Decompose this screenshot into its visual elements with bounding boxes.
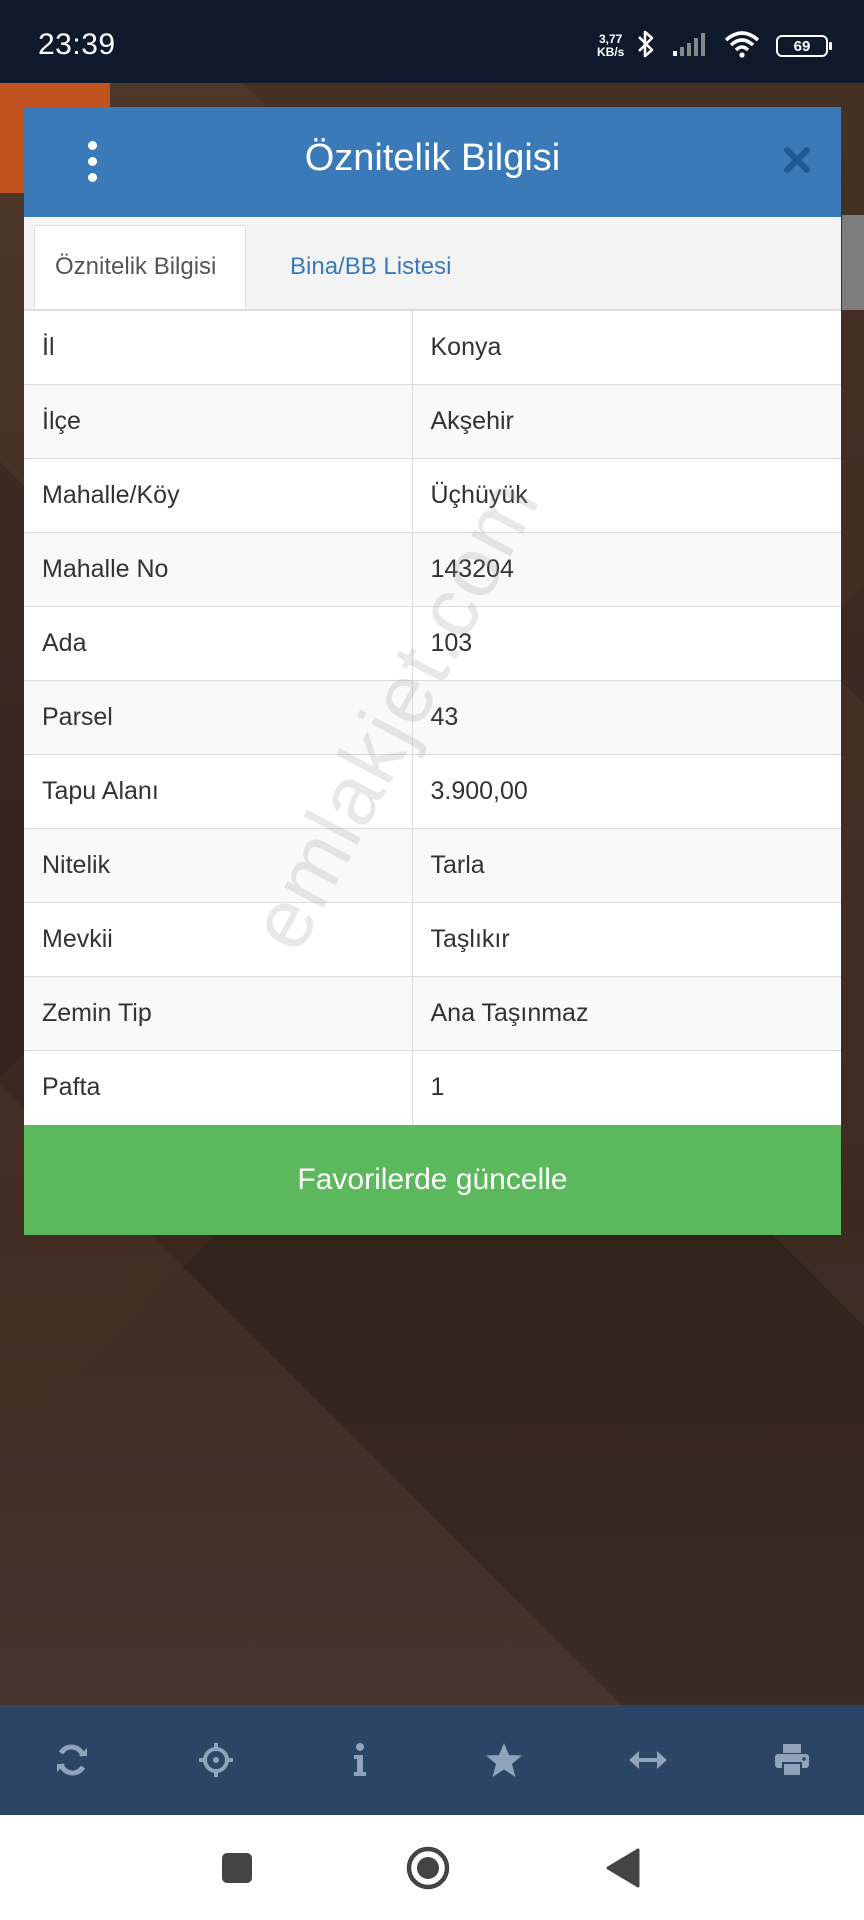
- battery-icon: 69: [776, 35, 832, 57]
- attribute-key: İlçe: [24, 384, 413, 459]
- attribute-value: 1: [412, 1050, 841, 1125]
- tab-attribute-info[interactable]: Öznitelik Bilgisi: [34, 225, 246, 309]
- wifi-icon: [724, 30, 760, 63]
- table-row: Zemin Tip Ana Taşınmaz: [24, 976, 841, 1051]
- status-icons: 69: [636, 28, 832, 64]
- attribute-key: Pafta: [24, 1050, 413, 1125]
- status-bar: 23:39 3,77 KB/s 69: [0, 0, 864, 83]
- table-row: Parsel 43: [24, 680, 841, 755]
- table-row: Mahalle/Köy Üçhüyük: [24, 458, 841, 533]
- attribute-value: Akşehir: [412, 384, 841, 459]
- close-icon[interactable]: [779, 142, 815, 178]
- attribute-key: Tapu Alanı: [24, 754, 413, 829]
- tab-building-list[interactable]: Bina/BB Listesi: [270, 225, 471, 309]
- attribute-key: Nitelik: [24, 828, 413, 903]
- attribute-value: 3.900,00: [412, 754, 841, 829]
- attribute-value: Tarla: [412, 828, 841, 903]
- dialog-tabs: Öznitelik Bilgisi Bina/BB Listesi: [24, 217, 841, 310]
- attribute-value: Taşlıkır: [412, 902, 841, 977]
- attribute-key: İl: [24, 310, 413, 385]
- attribute-key: Mevkii: [24, 902, 413, 977]
- back-icon[interactable]: [597, 1843, 647, 1893]
- android-nav-bar: [0, 1815, 864, 1920]
- attribute-value: Konya: [412, 310, 841, 385]
- attribute-value: 43: [412, 680, 841, 755]
- attribute-value: 143204: [412, 532, 841, 607]
- attribute-key: Mahalle No: [24, 532, 413, 607]
- status-time: 23:39: [38, 28, 116, 61]
- network-speed: 3,77 KB/s: [597, 33, 624, 59]
- attribute-key: Ada: [24, 606, 413, 681]
- dialog-header: Öznitelik Bilgisi: [24, 107, 841, 217]
- table-row: Pafta 1: [24, 1050, 841, 1125]
- attribute-table: İl Konya İlçe Akşehir Mahalle/Köy Üçhüyü…: [24, 310, 841, 1125]
- star-icon[interactable]: [474, 1730, 534, 1790]
- table-row: Mevkii Taşlıkır: [24, 902, 841, 977]
- table-row: Mahalle No 143204: [24, 532, 841, 607]
- attribute-key: Mahalle/Köy: [24, 458, 413, 533]
- table-row: Tapu Alanı 3.900,00: [24, 754, 841, 829]
- table-row: İl Konya: [24, 310, 841, 385]
- table-row: İlçe Akşehir: [24, 384, 841, 459]
- info-icon[interactable]: [330, 1730, 390, 1790]
- home-icon[interactable]: [403, 1843, 453, 1893]
- network-speed-unit: KB/s: [597, 45, 625, 59]
- measure-arrows-icon[interactable]: [618, 1730, 678, 1790]
- attribute-info-dialog: Öznitelik Bilgisi Öznitelik Bilgisi Bina…: [24, 107, 841, 1235]
- refresh-icon[interactable]: [42, 1730, 102, 1790]
- attribute-value: 103: [412, 606, 841, 681]
- locate-crosshair-icon[interactable]: [186, 1730, 246, 1790]
- table-row: Nitelik Tarla: [24, 828, 841, 903]
- print-icon[interactable]: [762, 1730, 822, 1790]
- signal-icon: [672, 31, 708, 62]
- attribute-key: Zemin Tip: [24, 976, 413, 1051]
- attribute-value: Üçhüyük: [412, 458, 841, 533]
- map-scroll-indicator: [842, 215, 864, 310]
- update-favorites-button[interactable]: Favorilerde güncelle: [24, 1124, 841, 1235]
- attribute-key: Parsel: [24, 680, 413, 755]
- table-row: Ada 103: [24, 606, 841, 681]
- recent-apps-icon[interactable]: [212, 1843, 262, 1893]
- dialog-title: Öznitelik Bilgisi: [304, 137, 561, 179]
- attribute-value: Ana Taşınmaz: [412, 976, 841, 1051]
- bluetooth-icon: [636, 29, 656, 64]
- map-toolbar: [0, 1705, 864, 1815]
